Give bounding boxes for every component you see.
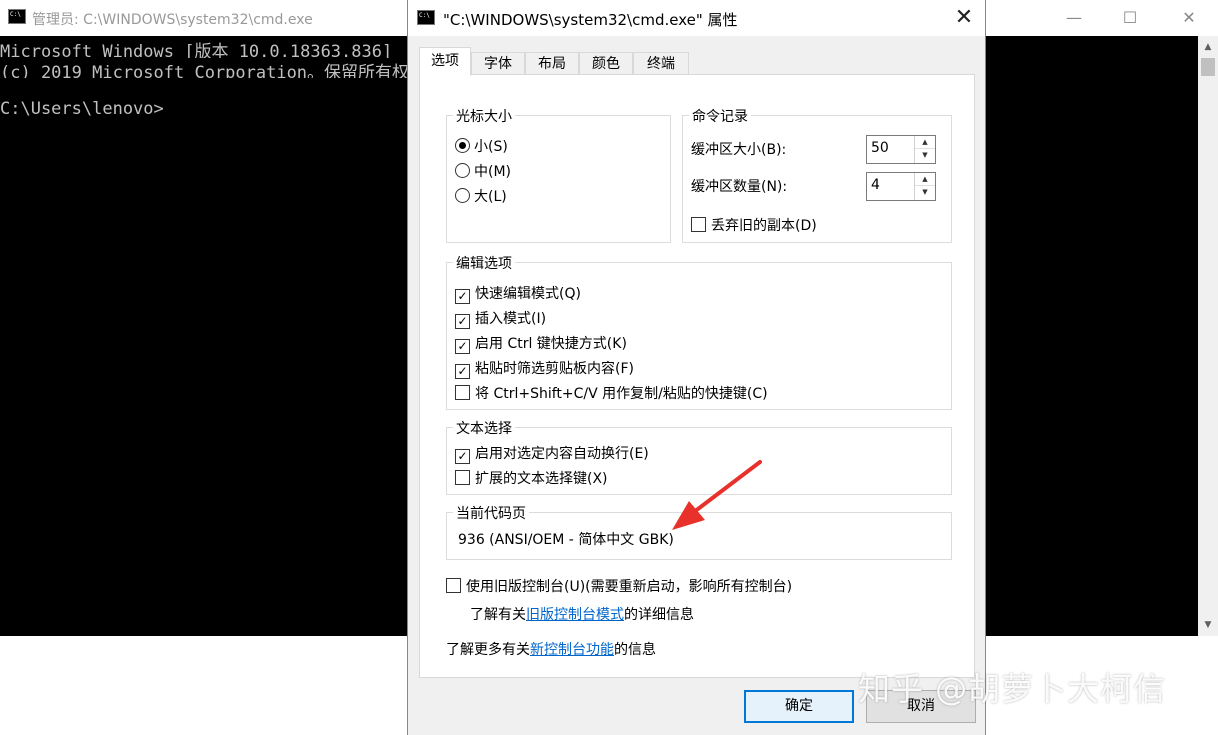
annotation-arrow [672,460,762,530]
watermark: 知乎 @胡萝卜大柯信 [858,670,1167,708]
tab-options[interactable]: 选项 [419,47,471,76]
arrow-shaft [688,460,762,517]
